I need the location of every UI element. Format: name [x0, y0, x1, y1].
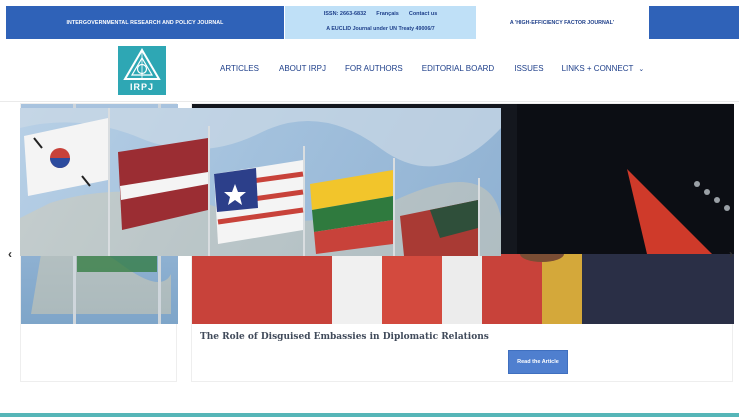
journal-info-links: ISSN: 2663-6832 Français Contact us — [285, 11, 476, 17]
journal-tagline: INTERGOVERNMENTAL RESEARCH AND POLICY JO… — [6, 6, 284, 39]
nav-links-connect[interactable]: LINKS + CONNECT ⌄ — [562, 64, 645, 73]
nav-articles[interactable]: ARTICLES — [220, 64, 259, 73]
footer-accent-line — [0, 413, 739, 417]
nav-editorial-board[interactable]: EDITORIAL BOARD — [422, 64, 494, 73]
top-bar: INTERGOVERNMENTAL RESEARCH AND POLICY JO… — [0, 0, 739, 40]
high-efficiency-tagline: A 'HIGH-EFFICIENCY FACTOR JOURNAL' — [477, 6, 647, 39]
francais-link[interactable]: Français — [376, 11, 399, 17]
slider-prev-arrow[interactable]: ‹ — [8, 247, 12, 261]
logo-text: IRPJ — [129, 82, 154, 92]
article-title[interactable]: The Role of Disguised Embassies in Diplo… — [200, 332, 489, 342]
nav-about-irpj[interactable]: ABOUT IRPJ — [279, 64, 326, 73]
slider-next-arrow[interactable]: › — [729, 247, 733, 261]
journal-info-panel: ISSN: 2663-6832 Français Contact us A EU… — [285, 6, 476, 39]
main-nav: ARTICLES ABOUT IRPJ FOR AUTHORS EDITORIA… — [220, 64, 644, 73]
topbar-accent-block — [649, 6, 739, 39]
site-logo[interactable]: IRPJ — [118, 46, 166, 95]
issn-text: ISSN: 2663-6832 — [323, 11, 367, 17]
contact-link[interactable]: Contact us — [409, 11, 437, 17]
site-header: IRPJ ARTICLES ABOUT IRPJ FOR AUTHORS EDI… — [0, 40, 739, 102]
nav-issues[interactable]: ISSUES — [514, 64, 543, 73]
page: INTERGOVERNMENTAL RESEARCH AND POLICY JO… — [0, 0, 739, 417]
treaty-text: A EUCLID Journal under UN Treaty 49006/7 — [326, 26, 435, 32]
flags-illustration — [20, 108, 501, 256]
nav-links-connect-label: LINKS + CONNECT — [561, 64, 634, 73]
chevron-down-icon: ⌄ — [638, 66, 645, 73]
read-article-button[interactable]: Read the Article — [508, 350, 568, 374]
article-slider: ‹ › — [0, 103, 739, 393]
slide-image-flags — [20, 108, 501, 256]
nav-for-authors[interactable]: FOR AUTHORS — [345, 64, 403, 73]
